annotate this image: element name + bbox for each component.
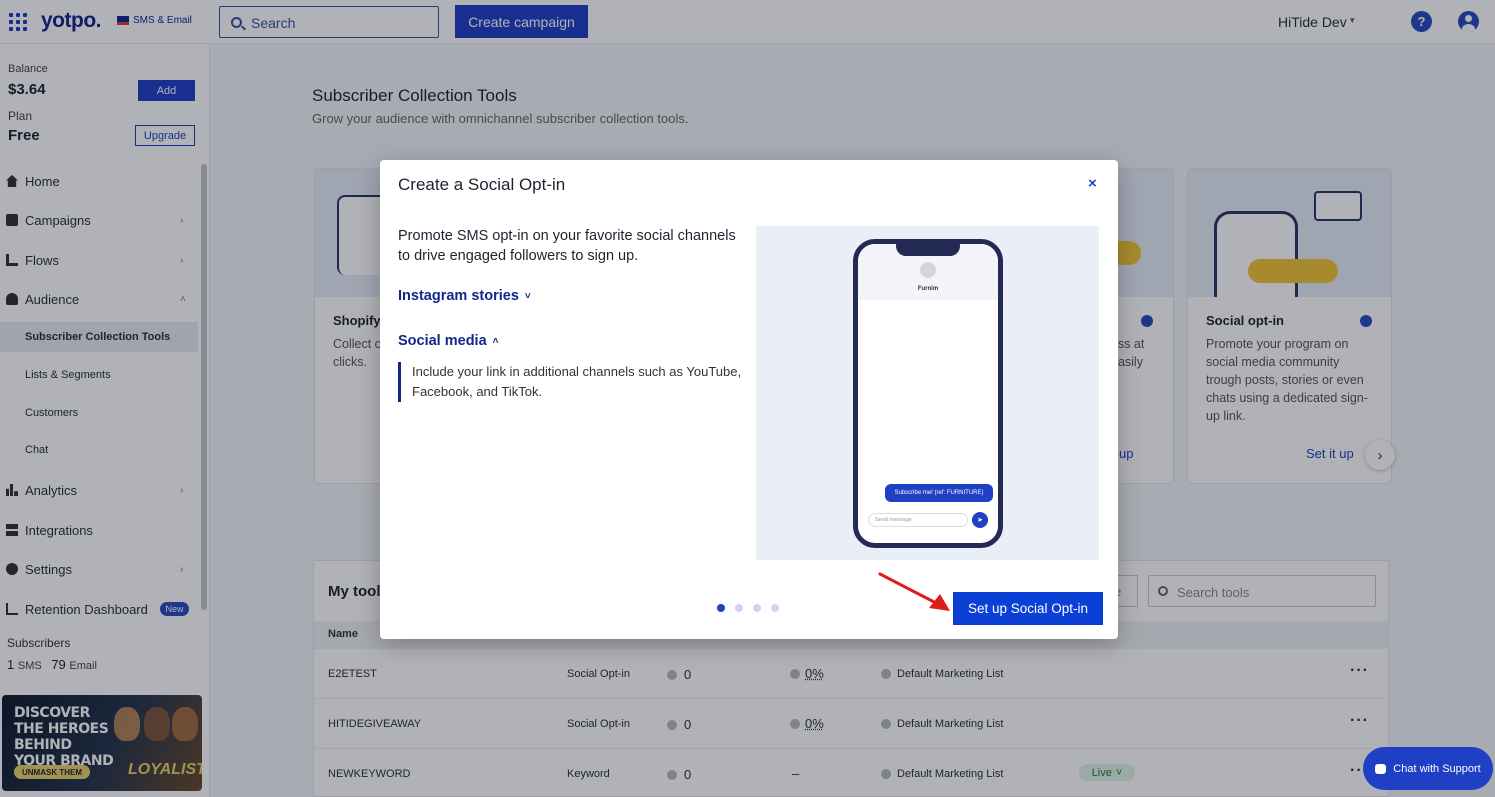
phone-mockup: Furnim Subscribe me! (ref: FURNITURE) Se…: [853, 239, 1003, 548]
carousel-pagination: [717, 604, 779, 612]
accordion-label: Instagram stories: [398, 288, 519, 304]
contact-avatar-icon: [920, 262, 936, 278]
carousel-dot[interactable]: [753, 604, 761, 612]
phone-notch: [896, 244, 960, 256]
carousel-dot[interactable]: [735, 604, 743, 612]
chevron-up-icon: ˄: [492, 335, 499, 347]
set-up-social-opt-in-button[interactable]: Set up Social Opt-in: [953, 592, 1103, 625]
message-input: Send message: [868, 513, 968, 527]
annotation-arrow-icon: [878, 572, 950, 611]
accordion-social-media[interactable]: Social media ˄: [398, 333, 499, 349]
modal-description: Promote SMS opt-in on your favorite soci…: [398, 228, 736, 264]
chat-with-support-button[interactable]: Chat with Support: [1363, 747, 1493, 790]
create-social-opt-in-modal: Create a Social Opt-in × Promote SMS opt…: [380, 160, 1118, 639]
chevron-down-icon: ˅: [524, 290, 531, 302]
send-icon: ➤: [972, 512, 988, 528]
accordion-label: Social media: [398, 333, 487, 349]
chat-support-label: Chat with Support: [1393, 762, 1481, 775]
carousel-dot[interactable]: [771, 604, 779, 612]
carousel-dot[interactable]: [717, 604, 725, 612]
message-bubble: Subscribe me! (ref: FURNITURE): [885, 484, 993, 502]
phone-preview-panel: Furnim Subscribe me! (ref: FURNITURE) Se…: [756, 226, 1099, 560]
accordion-instagram-stories[interactable]: Instagram stories ˅: [398, 288, 531, 304]
chat-bubble-icon: [1375, 763, 1387, 774]
accordion-social-media-body: Include your link in additional channels…: [398, 362, 748, 402]
modal-title: Create a Social Opt-in: [398, 175, 566, 194]
close-icon[interactable]: ×: [1088, 175, 1097, 192]
contact-name: Furnim: [917, 286, 939, 292]
